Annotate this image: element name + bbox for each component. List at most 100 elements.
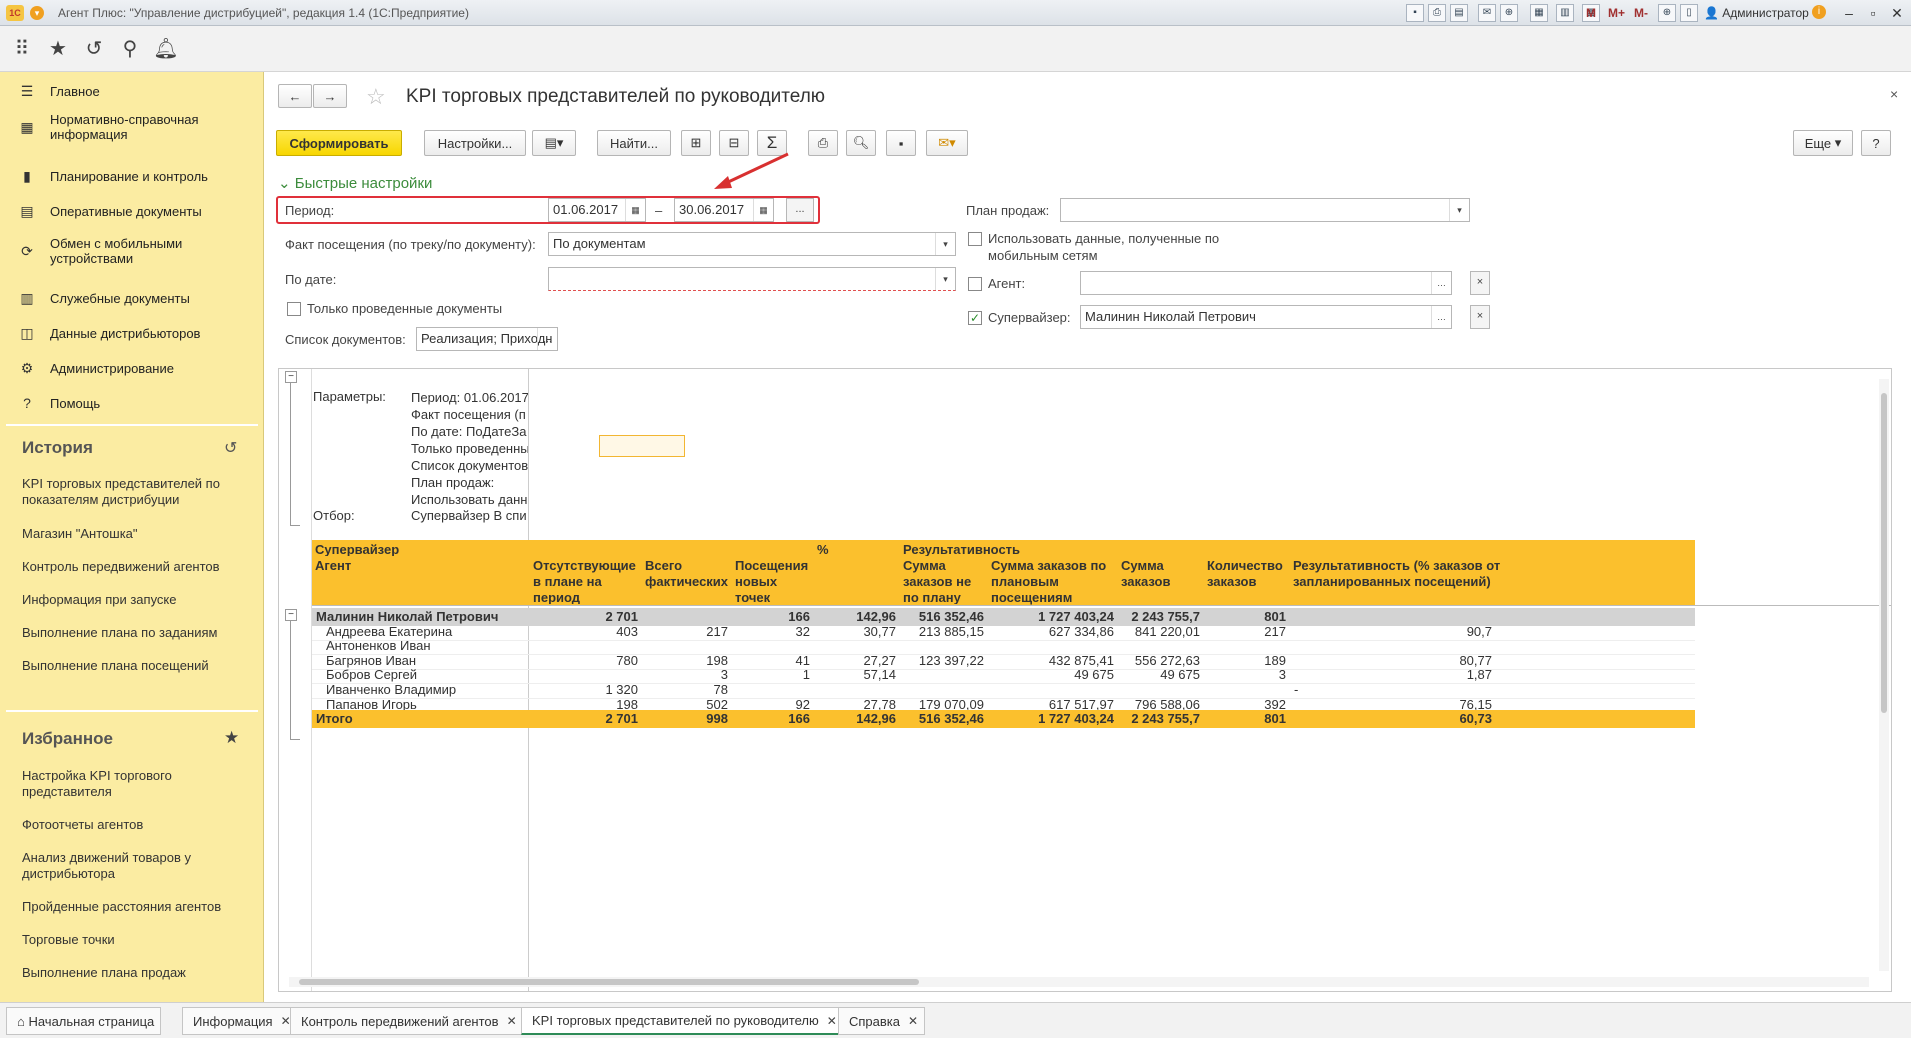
supervisor-checkbox[interactable]: ✓ bbox=[968, 311, 982, 325]
mail-icon[interactable]: ✉ bbox=[1478, 4, 1496, 22]
supervisor-clear-button[interactable]: × bbox=[1470, 305, 1490, 329]
variants-dropdown-button[interactable]: ▤▾ bbox=[532, 130, 576, 156]
zoom-icon[interactable]: ⊕ bbox=[1658, 4, 1676, 22]
save-icon[interactable]: ▪ bbox=[1406, 4, 1424, 22]
close-tab-icon[interactable]: ✕ bbox=[908, 1014, 918, 1028]
bell-icon[interactable]: 🔔︎ bbox=[152, 36, 180, 62]
calendar-icon[interactable]: ▦ bbox=[753, 199, 773, 221]
agent-clear-button[interactable]: × bbox=[1470, 271, 1490, 295]
close-window-icon[interactable]: ✕ bbox=[1886, 3, 1908, 23]
favorite-star-icon[interactable]: ☆ bbox=[366, 84, 386, 110]
mail-dropdown-icon[interactable]: ✉▾ bbox=[926, 130, 968, 156]
tab-agent-control[interactable]: Контроль передвижений агентов ✕ bbox=[290, 1007, 524, 1035]
horizontal-scrollbar[interactable] bbox=[289, 977, 1869, 987]
history-item[interactable]: Выполнение плана посещений bbox=[22, 658, 252, 674]
close-tab-icon[interactable]: ✕ bbox=[507, 1014, 517, 1028]
memory-m-icon[interactable]: M bbox=[1586, 6, 1596, 20]
current-user[interactable]: 👤 Администратор bbox=[1704, 6, 1809, 20]
sidebar-item-planning[interactable]: ▮ Планирование и контроль bbox=[0, 160, 264, 192]
sales-plan-select[interactable]: ▾ bbox=[1060, 198, 1470, 222]
favorite-item[interactable]: Настройка KPI торгового представителя bbox=[22, 768, 252, 800]
find-button[interactable]: Найти... bbox=[597, 130, 671, 156]
help-icon: ? bbox=[23, 395, 31, 411]
preview-icon[interactable]: 🔍︎ bbox=[846, 130, 876, 156]
quick-settings-toggle[interactable]: ⌄ Быстрые настройки bbox=[278, 174, 432, 192]
favorite-item[interactable]: Торговые точки bbox=[22, 932, 252, 948]
ellipsis-icon[interactable]: … bbox=[1431, 306, 1451, 328]
favorites-star-icon[interactable]: ★ bbox=[224, 728, 239, 748]
date-to-field[interactable]: 30.06.2017 ▦ bbox=[674, 198, 774, 222]
vertical-scroll-thumb[interactable] bbox=[1881, 393, 1887, 713]
sections-grid-icon[interactable]: ⠿ bbox=[8, 36, 36, 62]
memory-plus-icon[interactable]: M+ bbox=[1608, 6, 1625, 20]
close-form-icon[interactable]: × bbox=[1890, 86, 1898, 102]
favorite-item[interactable]: Выполнение плана продаж bbox=[22, 965, 252, 981]
tab-help[interactable]: Справка ✕ bbox=[838, 1007, 926, 1035]
total-row[interactable]: Итого 2 701 998 166 142,96 516 352,46 1 727 40… bbox=[312, 710, 1695, 729]
history-item[interactable]: Контроль передвижений агентов bbox=[22, 559, 252, 575]
print-icon[interactable]: ⎙ bbox=[808, 130, 838, 156]
vertical-scrollbar[interactable] bbox=[1879, 379, 1889, 971]
calendar-icon[interactable]: ▦ bbox=[625, 199, 645, 221]
by-date-select[interactable]: ▾ bbox=[548, 267, 956, 291]
expand-groups-icon[interactable]: ⊞ bbox=[681, 130, 711, 156]
history-item[interactable]: Магазин "Антошка" bbox=[22, 526, 252, 542]
doc-list-field[interactable]: Реализация; Приходн… bbox=[416, 327, 558, 351]
only-posted-checkbox[interactable] bbox=[287, 302, 301, 316]
search-icon[interactable]: ⚲ bbox=[116, 36, 144, 62]
collapse-params-icon[interactable]: − bbox=[285, 371, 297, 383]
agent-field[interactable]: … bbox=[1080, 271, 1452, 295]
preview-icon[interactable]: ▤ bbox=[1450, 4, 1468, 22]
help-button[interactable]: ? bbox=[1861, 130, 1891, 156]
agent-checkbox[interactable] bbox=[968, 277, 982, 291]
horizontal-scroll-thumb[interactable] bbox=[299, 979, 919, 985]
minimize-icon[interactable]: – bbox=[1838, 3, 1860, 23]
sidebar-item-reference[interactable]: ▦ Нормативно-справочная информация bbox=[0, 108, 264, 146]
visit-fact-select[interactable]: По документам ▾ bbox=[548, 232, 956, 256]
period-select-button[interactable]: ... bbox=[786, 198, 814, 222]
history-item[interactable]: KPI торговых представителей по показател… bbox=[22, 476, 252, 508]
main-menu-icon[interactable]: ▾ bbox=[30, 6, 44, 20]
date-from-field[interactable]: 01.06.2017 ▦ bbox=[548, 198, 646, 222]
tab-home[interactable]: ⌂ Начальная страница bbox=[6, 1007, 162, 1035]
supervisor-field[interactable]: Малинин Николай Петрович… bbox=[1080, 305, 1452, 329]
history-item[interactable]: Информация при запуске bbox=[22, 592, 252, 608]
calculator-icon[interactable]: ▥ bbox=[1556, 4, 1574, 22]
tab-info[interactable]: Информация ✕ bbox=[182, 1007, 298, 1035]
selected-cell[interactable] bbox=[599, 435, 685, 457]
report-spreadsheet[interactable]: − − Параметры: Период: 01.06.2017 Факт п… bbox=[278, 368, 1892, 992]
tab-kpi-report[interactable]: KPI торговых представителей по руководит… bbox=[521, 1007, 844, 1035]
maximize-icon[interactable]: ▫ bbox=[1862, 3, 1884, 23]
sidebar-item-operational[interactable]: ▤ Оперативные документы bbox=[0, 195, 264, 227]
panel-icon[interactable]: ▯ bbox=[1680, 4, 1698, 22]
sidebar-item-mobile-exchange[interactable]: ⟳ Обмен с мобильными устройствами bbox=[0, 232, 264, 270]
info-icon[interactable]: i bbox=[1812, 5, 1826, 19]
history-clock-icon[interactable]: ↺ bbox=[224, 438, 237, 458]
param-line: План продаж: bbox=[411, 475, 495, 490]
generate-button[interactable]: Сформировать bbox=[276, 130, 402, 156]
ellipsis-icon[interactable]: … bbox=[537, 328, 557, 350]
close-tab-icon[interactable]: ✕ bbox=[827, 1014, 837, 1028]
favorite-item[interactable]: Анализ движений товаров у дистрибьютора bbox=[22, 850, 252, 882]
print-icon[interactable]: ⎙ bbox=[1428, 4, 1446, 22]
sidebar-item-service[interactable]: ▥ Служебные документы bbox=[0, 282, 264, 314]
save-icon[interactable]: ▪ bbox=[886, 130, 916, 156]
back-button[interactable]: ← bbox=[278, 84, 312, 108]
sidebar-item-admin[interactable]: ⚙ Администрирование bbox=[0, 352, 264, 384]
link-icon[interactable]: ⊕ bbox=[1500, 4, 1518, 22]
settings-button[interactable]: Настройки... bbox=[424, 130, 526, 156]
favorite-item[interactable]: Пройденные расстояния агентов bbox=[22, 899, 252, 915]
forward-button[interactable]: → bbox=[313, 84, 347, 108]
more-button[interactable]: Еще ▾ bbox=[1793, 130, 1853, 156]
history-icon[interactable]: ↺ bbox=[80, 36, 108, 62]
ellipsis-icon[interactable]: … bbox=[1431, 272, 1451, 294]
sidebar-item-distributors[interactable]: ◫ Данные дистрибьюторов bbox=[0, 317, 264, 349]
sidebar-item-help[interactable]: ? Помощь bbox=[0, 387, 264, 419]
history-item[interactable]: Выполнение плана по заданиям bbox=[22, 625, 252, 641]
favorite-item[interactable]: Фотоотчеты агентов bbox=[22, 817, 252, 833]
calendar-icon[interactable]: ▦ bbox=[1530, 4, 1548, 22]
memory-minus-icon[interactable]: M- bbox=[1634, 6, 1648, 20]
favorites-star-icon[interactable]: ★ bbox=[44, 36, 72, 62]
mobile-data-checkbox[interactable] bbox=[968, 232, 982, 246]
sidebar-item-main[interactable]: ☰ Главное bbox=[0, 75, 264, 107]
